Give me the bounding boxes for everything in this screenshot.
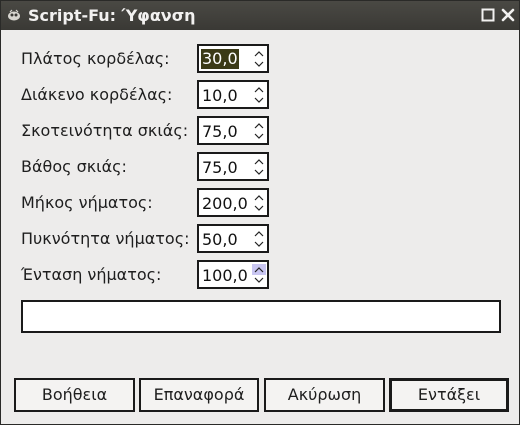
field-row-ribbon-spacing: Διάκενο κορδέλας: 10,0 xyxy=(1,80,520,109)
thread-density-label: Πυκνότητα νήματος: xyxy=(21,229,190,248)
spin-down-icon[interactable] xyxy=(252,239,266,250)
spin-down-icon[interactable] xyxy=(252,95,266,106)
shadow-depth-label: Βάθος σκιάς: xyxy=(21,157,127,176)
field-row-thread-length: Μήκος νήματος: 200,0 xyxy=(1,188,520,217)
window-title: Script-Fu: Ύφανση xyxy=(28,6,196,25)
thread-density-spinbutton[interactable]: 50,0 xyxy=(197,224,269,253)
spin-up-icon[interactable] xyxy=(252,120,266,131)
spin-arrows xyxy=(252,84,266,106)
spin-down-icon[interactable] xyxy=(252,203,266,214)
thread-length-label: Μήκος νήματος: xyxy=(21,193,153,212)
reset-button[interactable]: Επαναφορά xyxy=(139,378,259,412)
thread-intensity-value[interactable]: 100,0 xyxy=(202,266,248,285)
field-row-thread-intensity: Ένταση νήματος: 100,0 xyxy=(1,260,520,289)
ribbon-spacing-value[interactable]: 10,0 xyxy=(202,86,238,105)
field-row-shadow-depth: Βάθος σκιάς: 75,0 xyxy=(1,152,520,181)
ribbon-width-label: Πλάτος κορδέλας: xyxy=(21,49,170,68)
shadow-darkness-spinbutton[interactable]: 75,0 xyxy=(197,116,269,145)
spin-down-icon[interactable] xyxy=(252,131,266,142)
help-button[interactable]: Βοήθεια xyxy=(14,378,135,412)
field-row-shadow-darkness: Σκοτεινότητα σκιάς: 75,0 xyxy=(1,116,520,145)
ribbon-width-value[interactable]: 30,0 xyxy=(201,49,239,69)
ok-button[interactable]: Εντάξει xyxy=(389,378,509,412)
spin-up-icon[interactable] xyxy=(252,48,266,59)
ribbon-spacing-spinbutton[interactable]: 10,0 xyxy=(197,80,269,109)
shadow-darkness-label: Σκοτεινότητα σκιάς: xyxy=(21,121,189,140)
spin-arrows xyxy=(252,120,266,142)
cancel-button[interactable]: Ακύρωση xyxy=(264,378,385,412)
spin-down-icon[interactable] xyxy=(252,59,266,70)
maximize-icon[interactable] xyxy=(480,7,496,23)
thread-length-value[interactable]: 200,0 xyxy=(202,194,248,213)
spin-up-icon[interactable] xyxy=(252,192,266,203)
spin-arrows xyxy=(252,192,266,214)
script-fu-weave-dialog: Script-Fu: Ύφανση Πλάτος κορδέλας: 30,0 … xyxy=(0,0,520,425)
thread-density-value[interactable]: 50,0 xyxy=(202,230,238,249)
shadow-darkness-value[interactable]: 75,0 xyxy=(202,122,238,141)
shadow-depth-spinbutton[interactable]: 75,0 xyxy=(197,152,269,181)
progress-bar xyxy=(21,300,501,333)
spin-arrows xyxy=(252,264,266,286)
thread-intensity-label: Ένταση νήματος: xyxy=(21,265,162,284)
thread-intensity-spinbutton[interactable]: 100,0 xyxy=(197,260,269,289)
shadow-depth-value[interactable]: 75,0 xyxy=(202,158,238,177)
spin-arrows xyxy=(252,156,266,178)
spin-up-icon[interactable] xyxy=(252,264,266,275)
close-icon[interactable] xyxy=(500,7,516,23)
spin-up-icon[interactable] xyxy=(252,156,266,167)
field-row-thread-density: Πυκνότητα νήματος: 50,0 xyxy=(1,224,520,253)
gimp-icon xyxy=(8,9,20,21)
ribbon-width-spinbutton[interactable]: 30,0 xyxy=(197,44,269,73)
titlebar[interactable]: Script-Fu: Ύφανση xyxy=(1,1,519,30)
spin-up-icon[interactable] xyxy=(252,228,266,239)
spin-arrows xyxy=(252,228,266,250)
spin-down-icon[interactable] xyxy=(252,275,266,286)
ribbon-spacing-label: Διάκενο κορδέλας: xyxy=(21,85,173,104)
spin-up-icon[interactable] xyxy=(252,84,266,95)
spin-down-icon[interactable] xyxy=(252,167,266,178)
thread-length-spinbutton[interactable]: 200,0 xyxy=(197,188,269,217)
field-row-ribbon-width: Πλάτος κορδέλας: 30,0 xyxy=(1,44,520,73)
spin-arrows xyxy=(252,48,266,70)
